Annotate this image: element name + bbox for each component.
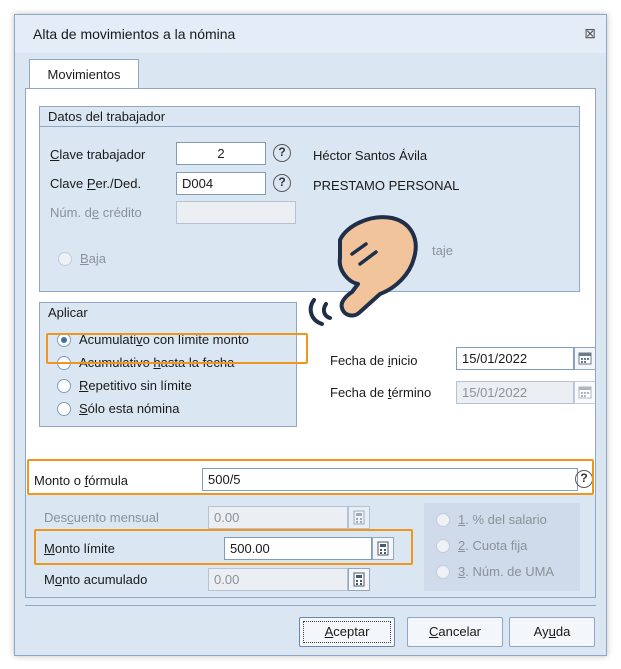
radio-solo-nomina[interactable] — [57, 402, 71, 416]
option-num-uma: 3. Núm. de UMA — [458, 564, 555, 579]
descuento-mensual-label: Descuento mensual — [44, 510, 159, 525]
baja-label: Baja — [80, 251, 107, 266]
calculator-icon[interactable] — [348, 568, 370, 591]
calculator-icon[interactable] — [348, 506, 370, 529]
option-repetitivo[interactable]: Repetitivo sin límite — [79, 378, 192, 393]
aplicar-group-title: Aplicar — [40, 303, 296, 323]
radio-num-uma[interactable] — [436, 565, 450, 579]
calculator-icon[interactable] — [372, 537, 394, 560]
option-acumulativo-fecha[interactable]: Acumulativo hasta la fecha — [79, 355, 234, 370]
fecha-termino-input[interactable]: 15/01/2022 — [456, 381, 574, 404]
porcentaje-label: taje — [432, 243, 453, 258]
clave-trabajador-label: Clave trabajador — [50, 147, 146, 162]
clave-trabajador-input[interactable]: 2 — [176, 142, 266, 165]
calc-options-box: 1. % del salario 2. Cuota fija 3. Núm. d… — [424, 503, 580, 591]
footer-divider — [25, 605, 596, 606]
close-icon[interactable]: ⊠ — [584, 25, 596, 42]
radio-porcentaje-salario[interactable] — [436, 513, 450, 527]
fecha-inicio-input[interactable]: 15/01/2022 — [456, 347, 574, 370]
baja-radio[interactable] — [58, 252, 72, 266]
option-porcentaje-salario: 1. % del salario — [458, 512, 547, 527]
clave-perded-label: Clave Per./Ded. — [50, 176, 142, 191]
cancelar-button[interactable]: Cancelar — [407, 617, 503, 647]
hand-pointer-icon — [308, 215, 418, 326]
dialog-window: Alta de movimientos a la nómina ⊠ Movimi… — [14, 14, 607, 656]
tab-movimientos[interactable]: Movimientos — [29, 59, 139, 89]
option-cuota-fija: 2. Cuota fija — [458, 538, 528, 553]
title-bar: Alta de movimientos a la nómina ⊠ — [15, 15, 606, 53]
help-icon[interactable]: ? — [575, 470, 593, 488]
calendar-icon[interactable] — [574, 347, 596, 370]
worker-name: Héctor Santos Ávila — [313, 148, 428, 163]
monto-formula-label: Monto o fórmula — [34, 473, 128, 488]
radio-acumulativo-fecha[interactable] — [57, 356, 71, 370]
radio-repetitivo[interactable] — [57, 379, 71, 393]
fecha-termino-label: Fecha de término — [330, 385, 432, 400]
option-acumulativo-limite[interactable]: Acumulativo con límite monto — [79, 332, 249, 347]
num-credito-input[interactable] — [176, 201, 296, 224]
aplicar-group: Aplicar Acumulativo con límite monto Acu… — [39, 302, 297, 427]
aceptar-button[interactable]: Aceptar — [299, 617, 395, 647]
monto-formula-input[interactable]: 500/5 — [202, 468, 578, 491]
help-icon[interactable]: ? — [273, 144, 291, 162]
perded-name: PRESTAMO PERSONAL — [313, 178, 460, 193]
fecha-inicio-label: Fecha de inicio — [330, 353, 418, 368]
radio-cuota-fija[interactable] — [436, 539, 450, 553]
monto-limite-label: Monto límite — [44, 541, 115, 556]
monto-section: Descuento mensual 0.00 Monto límite 500.… — [26, 495, 595, 597]
radio-acumulativo-limite[interactable] — [57, 333, 71, 347]
movimientos-panel: Datos del trabajador Clave trabajador 2 … — [25, 88, 596, 598]
monto-acumulado-input[interactable]: 0.00 — [208, 568, 348, 591]
clave-perded-input[interactable]: D004 — [176, 172, 266, 195]
calendar-icon[interactable] — [574, 381, 596, 404]
worker-group-title: Datos del trabajador — [40, 107, 579, 127]
window-title: Alta de movimientos a la nómina — [33, 26, 236, 42]
option-solo-nomina[interactable]: Sólo esta nómina — [79, 401, 179, 416]
descuento-mensual-input[interactable]: 0.00 — [208, 506, 348, 529]
num-credito-label: Núm. de crédito — [50, 205, 142, 220]
ayuda-button[interactable]: Ayuda — [509, 617, 595, 647]
help-icon[interactable]: ? — [273, 174, 291, 192]
monto-limite-input[interactable]: 500.00 — [224, 537, 372, 560]
monto-acumulado-label: Monto acumulado — [44, 572, 148, 587]
